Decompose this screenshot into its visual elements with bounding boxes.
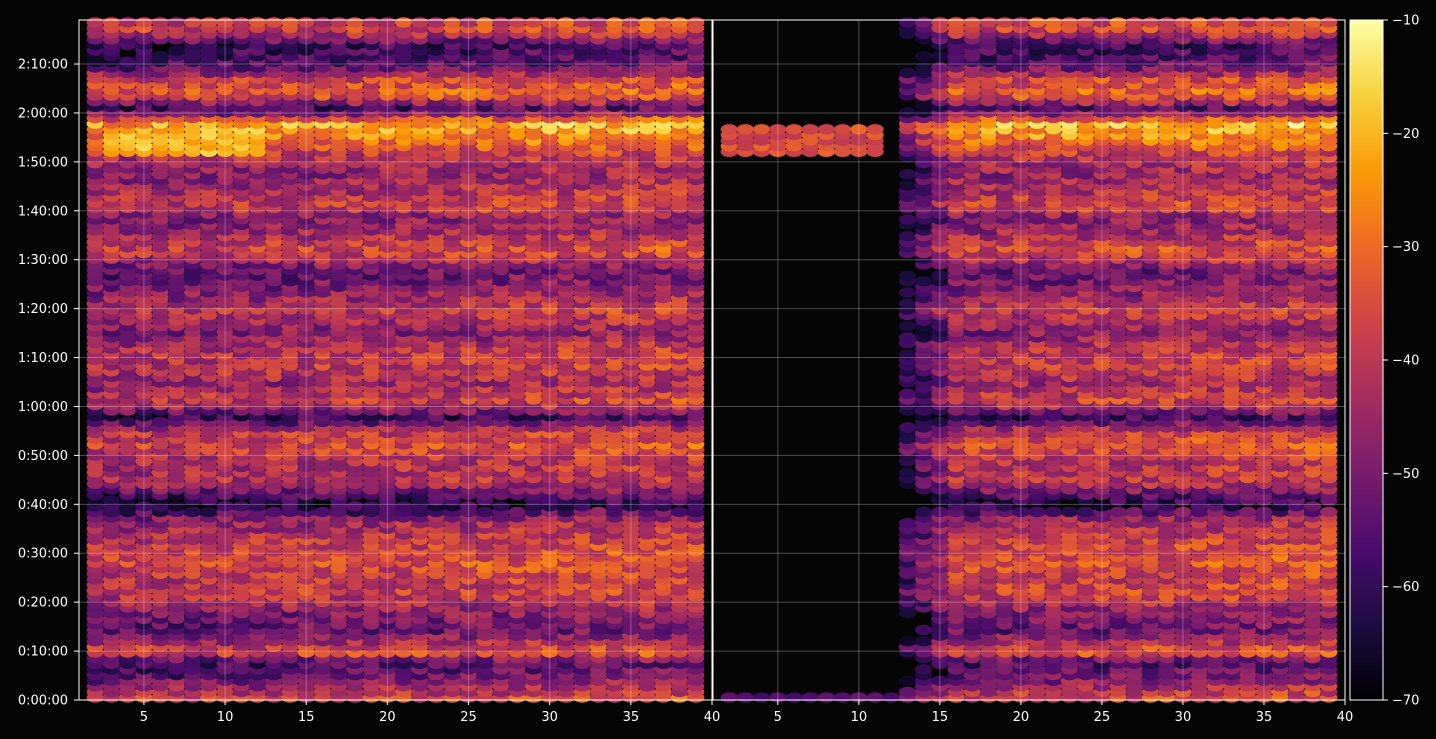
heatmap-cell <box>265 506 283 518</box>
heatmap-cell <box>589 506 608 518</box>
heatmap-cell <box>817 692 836 703</box>
heatmap-cell <box>508 506 526 518</box>
heatmap-cell <box>834 692 852 703</box>
heatmap-cell <box>330 17 348 28</box>
heatmap-cell <box>492 17 510 28</box>
heatmap-cell <box>508 17 526 28</box>
heatmap-cell <box>362 501 380 512</box>
heatmap-cell <box>606 17 624 28</box>
heatmap-cell <box>119 56 137 67</box>
heatmap-cell <box>362 17 380 28</box>
heatmap-cell <box>427 17 445 28</box>
heatmap-cell <box>670 17 689 28</box>
heatmap-cell <box>654 17 672 28</box>
heatmap-cell <box>151 17 169 28</box>
heatmap-cell <box>476 17 494 28</box>
heatmap-cell <box>313 506 332 518</box>
heatmap-cell <box>476 506 494 518</box>
heatmap-cell <box>200 506 218 518</box>
heatmap-cell <box>86 17 104 28</box>
heatmap-cell <box>638 17 656 28</box>
heatmap-cell <box>151 416 169 428</box>
heatmap-cell <box>200 17 218 28</box>
heatmap-cell <box>443 17 461 28</box>
heatmap-cell <box>915 636 933 647</box>
heatmap-cell <box>232 501 250 512</box>
heatmap-cell <box>736 692 755 703</box>
heatmap-cell <box>346 501 364 512</box>
heatmap-cell <box>167 501 185 512</box>
heatmap-cell <box>232 17 250 28</box>
heatmap-cell <box>265 17 283 28</box>
heatmap-cell <box>670 506 689 518</box>
heatmap-cell <box>346 17 364 28</box>
heatmap-cell <box>882 692 900 703</box>
heatmap-cell <box>411 17 429 28</box>
heatmap-cell <box>915 664 933 675</box>
heatmap-cell <box>119 416 137 428</box>
heatmap-cell <box>248 17 267 28</box>
heatmap-cell <box>167 45 185 56</box>
heatmap-cell <box>395 17 413 28</box>
heatmap-cell <box>167 17 185 28</box>
heatmap-cell <box>898 686 917 698</box>
heatmap-cell <box>184 506 202 518</box>
heatmap-cell <box>785 692 803 703</box>
heatmap-cell <box>898 675 917 686</box>
heatmap-cell <box>801 692 819 703</box>
heatmap-cell <box>119 17 137 28</box>
heatmap-cell <box>557 17 575 28</box>
heatmap-cell <box>573 17 591 28</box>
heatmap-cell <box>151 51 169 62</box>
heatmap-cell <box>866 692 884 703</box>
heatmap-cell <box>753 692 771 703</box>
heatmap-cell <box>313 17 332 28</box>
heatmap-cell <box>281 17 299 28</box>
heatmap-cell <box>915 624 933 636</box>
heatmap-cell <box>589 17 608 28</box>
heatmap-cell <box>898 636 917 647</box>
heatmap-cell <box>687 17 705 28</box>
spectrogram-chart: 5 10 15 20 25 30 35 40 5 10 15 20 25 30 35 400:00:000:1… <box>0 0 1436 739</box>
heatmap-cell <box>524 17 543 28</box>
heatmap-cell <box>395 501 413 512</box>
heatmap-cell <box>184 17 202 28</box>
heatmap-cell <box>102 17 121 28</box>
heatmap-cell <box>492 501 510 512</box>
heatmap-cell <box>720 692 738 703</box>
